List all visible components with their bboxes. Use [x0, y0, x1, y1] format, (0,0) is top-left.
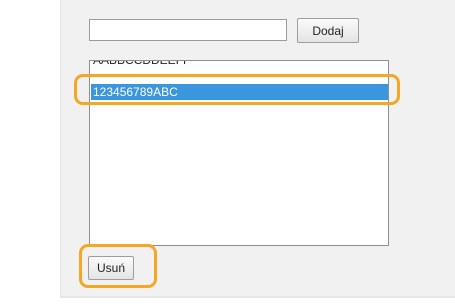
add-button[interactable]: Dodaj: [297, 18, 359, 43]
text-input[interactable]: [89, 19, 287, 41]
remove-button[interactable]: Usuń: [88, 256, 134, 280]
list-item-selected[interactable]: 123456789ABC: [91, 84, 388, 100]
list-item[interactable]: AABBCCDDEEFF: [91, 61, 387, 68]
bottom-divider: [60, 296, 455, 298]
item-listbox[interactable]: AABBCCDDEEFF 123456789ABC: [89, 60, 389, 246]
